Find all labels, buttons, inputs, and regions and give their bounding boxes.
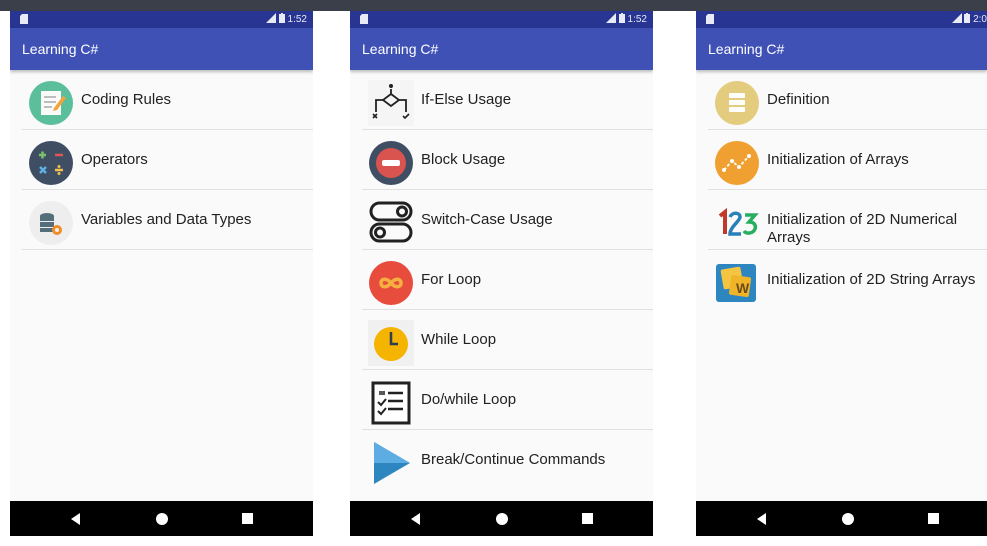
status-bar: 1:52 — [10, 11, 313, 28]
if-else-icon — [368, 80, 414, 126]
list-item-label: Block Usage — [421, 151, 506, 168]
sd-card-icon — [706, 14, 714, 24]
list-item-variables[interactable]: Variables and Data Types — [10, 190, 313, 250]
numbers-123-icon — [718, 207, 759, 236]
recent-apps-icon[interactable] — [928, 513, 939, 524]
home-icon[interactable] — [842, 513, 854, 525]
recent-apps-icon[interactable] — [242, 513, 253, 524]
home-icon[interactable] — [156, 513, 168, 525]
recent-apps-icon[interactable] — [582, 513, 593, 524]
list-item-label: For Loop — [421, 271, 482, 288]
app-bar: Learning C# — [10, 28, 313, 70]
app-title: Learning C# — [22, 41, 99, 57]
list-item-label: While Loop — [421, 331, 497, 348]
sd-card-icon — [360, 14, 368, 24]
status-time: 2:0 — [973, 14, 987, 25]
list-item-label: Initialization of 2D String Arrays — [767, 271, 976, 288]
checklist-icon — [371, 381, 411, 425]
app-title: Learning C# — [362, 41, 439, 57]
signal-icon — [604, 13, 616, 26]
phone-screen-3: 2:0 Learning C# Definition Initializatio… — [696, 11, 987, 536]
list-item-label: Switch-Case Usage — [421, 211, 553, 228]
list-item-break-continue[interactable]: Break/Continue Commands — [350, 430, 653, 490]
signal-icon — [264, 13, 276, 26]
battery-icon — [618, 13, 625, 26]
list-item-do-while[interactable]: Do/while Loop — [350, 370, 653, 430]
back-icon[interactable] — [757, 513, 766, 525]
definition-icon — [715, 81, 759, 125]
battery-icon — [278, 13, 285, 26]
navigation-bar — [10, 501, 313, 536]
list-item-2d-numerical[interactable]: Initialization of 2D Numerical Arrays — [696, 190, 987, 250]
list-item-definition[interactable]: Definition — [696, 70, 987, 130]
list-item-label: Operators — [81, 151, 148, 168]
list-item-label: Initialization of 2D Numerical Arrays — [767, 211, 958, 246]
list-item-operators[interactable]: Operators — [10, 130, 313, 190]
svg-text:W: W — [736, 280, 750, 296]
topic-list: Definition Initialization of Arrays Init… — [696, 70, 987, 310]
switch-icon — [369, 201, 413, 243]
sd-card-icon — [20, 14, 28, 24]
list-item-for-loop[interactable]: For Loop — [350, 250, 653, 310]
list-item-arrays[interactable]: Initialization of Arrays — [696, 130, 987, 190]
word-tiles-icon: W — [716, 264, 756, 302]
list-item-label: Break/Continue Commands — [421, 451, 606, 468]
status-bar: 1:52 — [350, 11, 653, 28]
list-item-if-else[interactable]: If-Else Usage — [350, 70, 653, 130]
list-item-2d-string[interactable]: W Initialization of 2D String Arrays — [696, 250, 987, 310]
play-icon — [374, 442, 410, 484]
clock-icon — [368, 320, 414, 366]
status-bar: 2:0 — [696, 11, 987, 28]
navigation-bar — [696, 501, 987, 536]
arrays-chart-icon — [715, 141, 759, 185]
back-icon[interactable] — [411, 513, 420, 525]
list-item-label: Do/while Loop — [421, 391, 517, 408]
list-item-label: If-Else Usage — [421, 91, 512, 108]
home-icon[interactable] — [496, 513, 508, 525]
phone-screen-2: 1:52 Learning C# If-Else Usage Block Usa… — [350, 11, 653, 536]
signal-icon — [950, 13, 962, 26]
background-strip — [0, 0, 987, 11]
list-item-label: Coding Rules — [81, 91, 172, 108]
back-icon[interactable] — [71, 513, 80, 525]
status-time: 1:52 — [627, 14, 647, 25]
infinity-icon — [369, 261, 413, 305]
coding-rules-icon — [29, 81, 73, 125]
block-icon — [369, 141, 413, 185]
app-title: Learning C# — [708, 41, 785, 57]
list-item-block[interactable]: Block Usage — [350, 130, 653, 190]
app-bar: Learning C# — [696, 28, 987, 70]
list-item-label: Variables and Data Types — [81, 211, 252, 228]
operators-icon — [29, 141, 73, 185]
list-item-switch-case[interactable]: Switch-Case Usage — [350, 190, 653, 250]
topic-list: Coding Rules Operators Variables and Dat… — [10, 70, 313, 250]
phone-screen-1: 1:52 Learning C# Coding Rules Operators … — [10, 11, 313, 536]
variables-icon — [29, 201, 73, 245]
status-time: 1:52 — [287, 14, 307, 25]
list-item-label: Definition — [767, 91, 830, 108]
list-item-label: Initialization of Arrays — [767, 151, 909, 168]
topic-list: If-Else Usage Block Usage Switch-Case Us… — [350, 70, 653, 490]
list-item-coding-rules[interactable]: Coding Rules — [10, 70, 313, 130]
navigation-bar — [350, 501, 653, 536]
divider — [22, 249, 313, 250]
list-item-while-loop[interactable]: While Loop — [350, 310, 653, 370]
battery-icon — [964, 13, 971, 26]
app-bar: Learning C# — [350, 28, 653, 70]
